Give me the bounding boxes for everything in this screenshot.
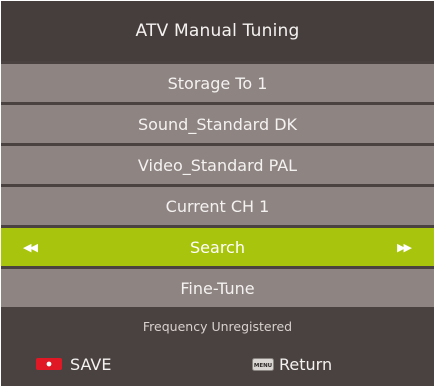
return-label: Return (279, 354, 333, 374)
menu-key-text: MENU (254, 363, 272, 369)
menu-item-video-standard[interactable]: Video_Standard PAL (1, 146, 434, 184)
menu-item-current-channel[interactable]: Current CH 1 (1, 187, 434, 225)
menu-item-storage[interactable]: Storage To 1 (1, 64, 434, 102)
red-button-icon (36, 358, 62, 370)
menu-item-search[interactable]: ◀◀ Search ▶▶ (1, 228, 434, 266)
menu-footer: SAVE MENU Return (1, 344, 434, 384)
save-label: SAVE (70, 354, 112, 374)
return-button[interactable]: MENU Return (252, 344, 332, 384)
menu-item-sound-standard[interactable]: Sound_Standard DK (1, 105, 434, 143)
menu-item-label: Current CH 1 (165, 196, 270, 216)
save-button[interactable]: SAVE (36, 344, 111, 384)
menu-title: ATV Manual Tuning (1, 1, 434, 61)
rewind-arrow-icon[interactable]: ◀◀ (23, 228, 38, 266)
menu-item-label: Search (190, 237, 245, 257)
menu-item-fine-tune[interactable]: Fine-Tune (1, 269, 434, 307)
menu-item-label: Storage To 1 (167, 73, 268, 93)
menu-list: Storage To 1 Sound_Standard DK Video_Sta… (1, 64, 434, 310)
menu-item-label: Fine-Tune (180, 278, 255, 298)
menu-item-label: Video_Standard PAL (137, 155, 298, 175)
frequency-status: Frequency Unregistered (142, 318, 293, 334)
menu-item-label: Sound_Standard DK (137, 114, 298, 134)
atv-manual-tuning-menu: ATV Manual Tuning Storage To 1 Sound_Sta… (0, 0, 435, 387)
menu-key-icon: MENU (252, 357, 274, 371)
forward-arrow-icon[interactable]: ▶▶ (397, 228, 412, 266)
